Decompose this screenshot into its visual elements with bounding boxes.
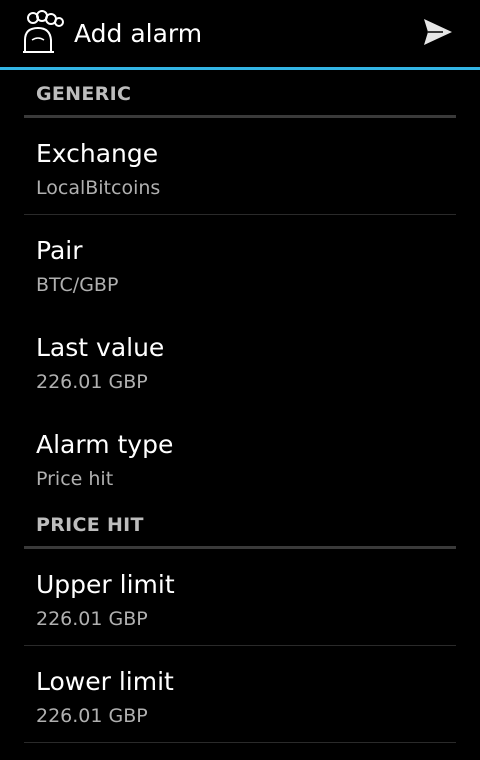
action-bar: Add alarm bbox=[0, 0, 480, 67]
pref-title: Pair bbox=[36, 236, 83, 265]
pref-title: Alarm type bbox=[36, 430, 174, 459]
pref-exchange[interactable]: Exchange LocalBitcoins bbox=[0, 118, 480, 215]
pref-title: Upper limit bbox=[36, 570, 175, 599]
pref-upper-limit[interactable]: Upper limit 226.01 GBP bbox=[0, 549, 480, 646]
list-divider bbox=[24, 742, 456, 743]
pref-summary: Price hit bbox=[36, 468, 114, 490]
pref-summary: LocalBitcoins bbox=[36, 177, 161, 199]
preference-list: GENERIC Exchange LocalBitcoins Pair BTC/… bbox=[0, 70, 480, 743]
section-header-label: GENERIC bbox=[36, 83, 132, 105]
alarm-clock-icon[interactable] bbox=[20, 10, 68, 56]
pref-pair[interactable]: Pair BTC/GBP bbox=[0, 215, 480, 312]
pref-title: Exchange bbox=[36, 139, 159, 168]
section-header-label: PRICE HIT bbox=[36, 514, 144, 536]
pref-title: Lower limit bbox=[36, 667, 174, 696]
screen: Add alarm GENERIC Exchange LocalBitcoins… bbox=[0, 0, 480, 760]
page-title: Add alarm bbox=[74, 19, 203, 48]
send-icon bbox=[423, 18, 453, 50]
pref-summary: BTC/GBP bbox=[36, 274, 119, 296]
pref-title: Last value bbox=[36, 333, 165, 362]
pref-summary: 226.01 GBP bbox=[36, 705, 148, 727]
pref-alarm-type[interactable]: Alarm type Price hit bbox=[0, 409, 480, 501]
pref-summary: 226.01 GBP bbox=[36, 608, 148, 630]
pref-summary: 226.01 GBP bbox=[36, 371, 148, 393]
send-button[interactable] bbox=[412, 12, 464, 56]
pref-last-value[interactable]: Last value 226.01 GBP bbox=[0, 312, 480, 409]
section-header-generic: GENERIC bbox=[0, 70, 480, 118]
section-header-price-hit: PRICE HIT bbox=[0, 501, 480, 549]
pref-lower-limit[interactable]: Lower limit 226.01 GBP bbox=[0, 646, 480, 743]
